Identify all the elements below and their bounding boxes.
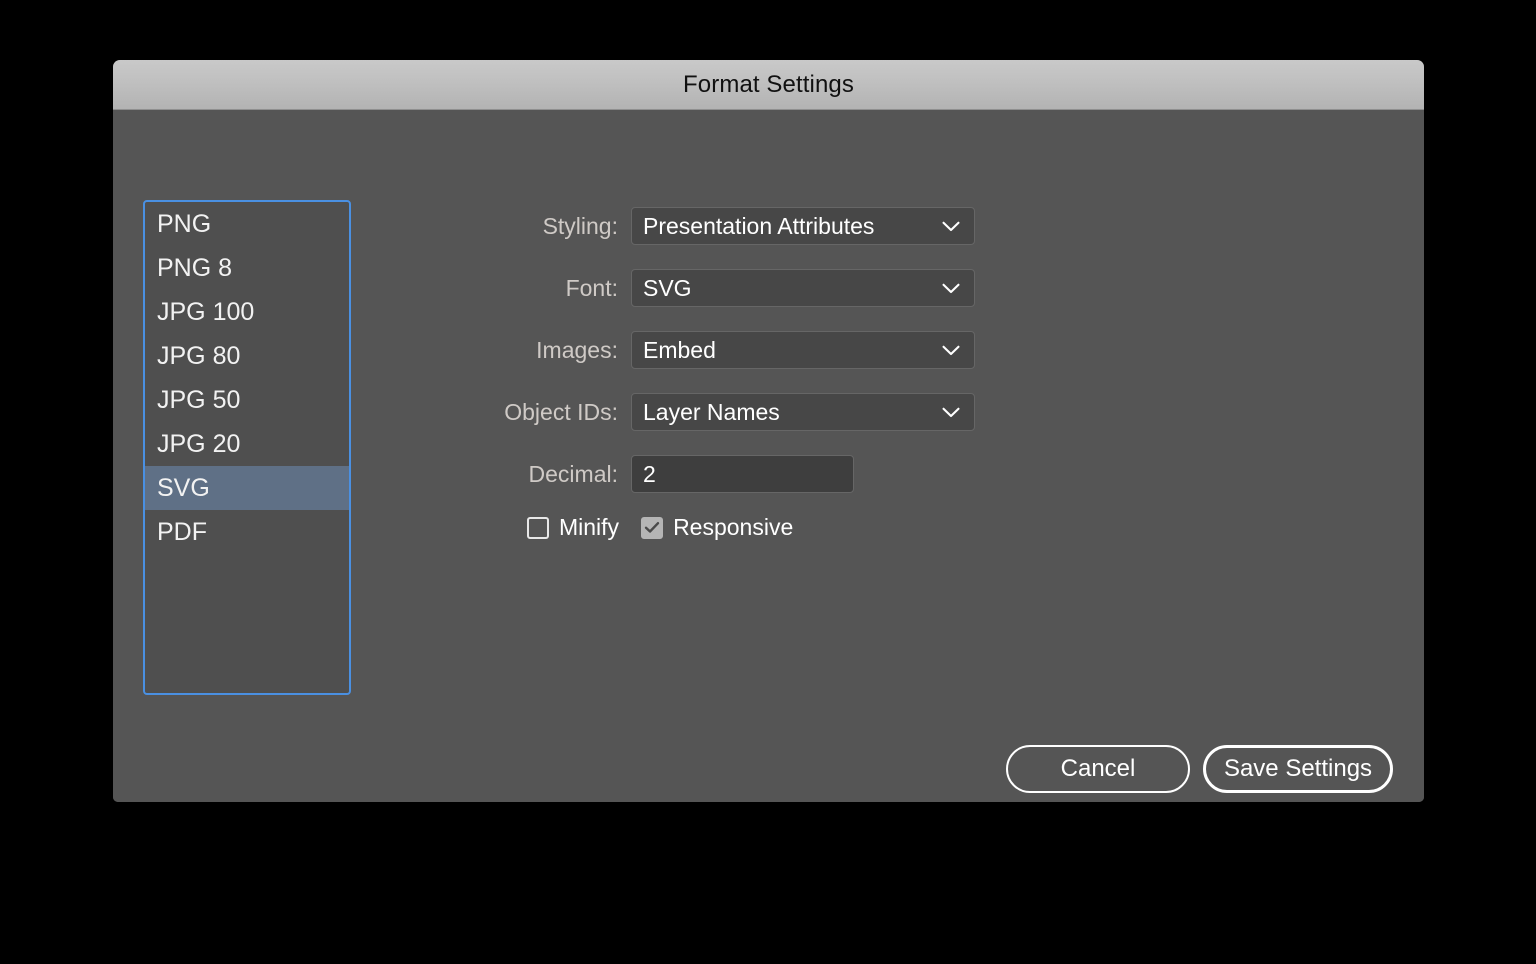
chevron-down-icon — [942, 394, 960, 430]
styling-select-value: Presentation Attributes — [643, 212, 875, 239]
checkbox-checked-icon[interactable] — [641, 516, 664, 539]
decimal-input-value: 2 — [643, 460, 656, 487]
screen-background: Format Settings PNG PNG 8 JPG 100 JPG 80… — [0, 0, 1536, 964]
format-list-item-jpg50[interactable]: JPG 50 — [145, 378, 349, 422]
styling-label: Styling: — [542, 212, 618, 239]
cancel-button[interactable]: Cancel — [1006, 745, 1190, 793]
object-ids-label: Object IDs: — [504, 398, 618, 425]
dialog-title: Format Settings — [683, 70, 854, 98]
format-settings-dialog: Format Settings PNG PNG 8 JPG 100 JPG 80… — [113, 60, 1424, 802]
images-label: Images: — [536, 336, 618, 363]
format-list-item-jpg100[interactable]: JPG 100 — [145, 290, 349, 334]
decimal-input[interactable]: 2 — [631, 455, 854, 493]
format-list-item-pdf[interactable]: PDF — [145, 510, 349, 554]
chevron-down-icon — [942, 270, 960, 306]
responsive-checkbox[interactable]: Responsive — [641, 514, 793, 541]
object-ids-select-value: Layer Names — [643, 398, 780, 425]
font-select-value: SVG — [643, 274, 692, 301]
font-select[interactable]: SVG — [631, 269, 975, 307]
object-ids-row: Object IDs: Layer Names — [401, 393, 975, 431]
format-list-item-jpg20[interactable]: JPG 20 — [145, 422, 349, 466]
decimal-row: Decimal: 2 — [401, 455, 854, 493]
minify-checkbox[interactable]: Minify — [527, 514, 619, 541]
format-list-item-png[interactable]: PNG — [145, 202, 349, 246]
dialog-button-bar: Cancel Save Settings — [1006, 745, 1393, 793]
format-list-item-svg[interactable]: SVG — [145, 466, 349, 510]
font-row: Font: SVG — [401, 269, 975, 307]
minify-label: Minify — [559, 514, 620, 540]
dialog-titlebar: Format Settings — [113, 60, 1424, 110]
images-row: Images: Embed — [401, 331, 975, 369]
decimal-label: Decimal: — [528, 460, 618, 487]
responsive-label: Responsive — [673, 514, 794, 540]
format-list-item-jpg80[interactable]: JPG 80 — [145, 334, 349, 378]
font-label: Font: — [565, 274, 618, 301]
chevron-down-icon — [942, 208, 960, 244]
styling-select[interactable]: Presentation Attributes — [631, 207, 975, 245]
checkbox-unchecked-icon[interactable] — [527, 516, 549, 539]
object-ids-select[interactable]: Layer Names — [631, 393, 975, 431]
options-checkbox-row: Minify Responsive — [527, 514, 793, 541]
format-preset-list[interactable]: PNG PNG 8 JPG 100 JPG 80 JPG 50 JPG 20 S… — [143, 200, 351, 695]
format-list-item-png8[interactable]: PNG 8 — [145, 246, 349, 290]
images-select[interactable]: Embed — [631, 331, 975, 369]
dialog-body: PNG PNG 8 JPG 100 JPG 80 JPG 50 JPG 20 S… — [113, 111, 1424, 802]
save-settings-button[interactable]: Save Settings — [1203, 745, 1393, 793]
images-select-value: Embed — [643, 336, 716, 363]
chevron-down-icon — [942, 332, 960, 368]
styling-row: Styling: Presentation Attributes — [401, 207, 975, 245]
